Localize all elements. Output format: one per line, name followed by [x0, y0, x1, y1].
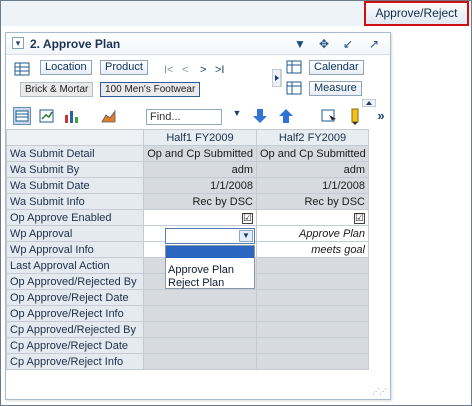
grid-corner: [6, 129, 144, 146]
row-label: Wa Submit Info: [6, 193, 144, 210]
calendar-grid-icon: [285, 59, 303, 77]
row-label: Cp Approve/Reject Info: [6, 353, 144, 370]
find-input[interactable]: Find...: [146, 109, 222, 125]
grid-cell: ☑: [143, 209, 257, 226]
wp-approval-cell-h2[interactable]: Approve Plan: [256, 225, 369, 242]
grid-cell: Op and Cp Submitted: [143, 145, 257, 162]
grid-cell: [143, 321, 257, 338]
pencil-icon[interactable]: [346, 107, 364, 125]
grid-cell[interactable]: meets goal: [256, 241, 369, 258]
arrow-up-icon[interactable]: [277, 107, 295, 125]
context-chip-mens-footwear: 100 Men's Footwear: [100, 82, 201, 97]
minimize-icon[interactable]: ↙: [340, 36, 356, 52]
bar-chart-icon[interactable]: [62, 107, 80, 125]
checkbox-approve-enabled-h2[interactable]: ☑: [354, 212, 365, 224]
grid-cell: [256, 353, 369, 370]
grid-cell: [143, 337, 257, 354]
row-label: Op Approve/Reject Date: [6, 289, 144, 306]
context-chip-brick-mortar: Brick & Mortar: [20, 82, 94, 97]
row-label: Last Approval Action: [6, 257, 144, 274]
grid-cell: [143, 289, 257, 306]
grid-cell: adm: [256, 161, 369, 178]
checkbox-approve-enabled-h1[interactable]: ☑: [242, 212, 253, 224]
option-approve-plan[interactable]: Approve Plan: [166, 264, 254, 277]
wp-approval-select[interactable]: ▼: [165, 228, 255, 244]
grid-cell: [256, 321, 369, 338]
row-label: Cp Approve/Reject Date: [6, 337, 144, 354]
row-label: Cp Approved/Rejected By: [6, 321, 144, 338]
scroll-up-icon[interactable]: [361, 98, 377, 108]
last-page-icon[interactable]: >I: [215, 64, 224, 76]
first-page-icon[interactable]: I<: [164, 64, 173, 76]
row-label: Wp Approval: [6, 225, 144, 242]
location-button[interactable]: Location: [40, 60, 92, 75]
approve-reject-button[interactable]: Approve/Reject: [364, 1, 469, 26]
row-label: Op Approve/Reject Info: [6, 305, 144, 322]
more-options-icon[interactable]: »: [372, 108, 390, 126]
next-page-icon[interactable]: >: [200, 64, 206, 76]
measure-grid-icon: [285, 80, 303, 98]
collapse-icon[interactable]: ▾: [12, 37, 24, 49]
wp-approval-options: Approve Plan Reject Plan: [165, 245, 255, 289]
row-label: Wa Submit Detail: [6, 145, 144, 162]
product-button[interactable]: Product: [100, 60, 148, 75]
grid-cell: [256, 305, 369, 322]
arrow-down-icon[interactable]: [251, 107, 269, 125]
chart-edit-icon[interactable]: [38, 107, 56, 125]
grid-cell: ☑: [256, 209, 369, 226]
panel-header: ▾ 2. Approve Plan ▼ ✥ ↙ ↗: [6, 33, 390, 55]
area-chart-icon[interactable]: [100, 107, 118, 125]
option-empty-highlighted[interactable]: [166, 246, 254, 258]
option-reject-plan[interactable]: Reject Plan: [166, 277, 254, 290]
grid-cell: [143, 353, 257, 370]
column-header-half1[interactable]: Half1 FY2009: [143, 129, 257, 146]
grid-cell: [256, 273, 369, 290]
pivot-arrow-icon[interactable]: [271, 68, 282, 88]
grid-cell: [143, 305, 257, 322]
row-label: Op Approved/Rejected By: [6, 273, 144, 290]
grid-cell: adm: [143, 161, 257, 178]
chevron-down-icon[interactable]: ▼: [239, 230, 253, 242]
select-grid-icon[interactable]: [320, 107, 338, 125]
grid-cell: [256, 337, 369, 354]
grid-cell: Op and Cp Submitted: [256, 145, 369, 162]
resize-grip-icon[interactable]: ⋰⋰: [372, 387, 387, 396]
grid-cell: 1/1/2008: [256, 177, 369, 194]
grid-cell: [256, 289, 369, 306]
panel-title: 2. Approve Plan: [30, 37, 121, 51]
grid-cell: Rec by DSC: [143, 193, 257, 210]
move-icon[interactable]: ✥: [316, 36, 332, 52]
find-dropdown-icon[interactable]: ▼: [228, 108, 246, 126]
row-label: Wp Approval Info: [6, 241, 144, 258]
grid-layout-icon[interactable]: [13, 61, 31, 79]
calendar-button[interactable]: Calendar: [309, 60, 364, 75]
row-label: Wa Submit By: [6, 161, 144, 178]
panel-menu-icon[interactable]: ▼: [292, 36, 308, 52]
grid-cell: Rec by DSC: [256, 193, 369, 210]
measure-button[interactable]: Measure: [309, 81, 362, 96]
approve-plan-panel: ▾ 2. Approve Plan ▼ ✥ ↙ ↗ Location Produ…: [5, 32, 391, 400]
grid-cell: [256, 257, 369, 274]
row-label: Wa Submit Date: [6, 177, 144, 194]
previous-page-icon[interactable]: <: [182, 64, 188, 76]
maximize-icon[interactable]: ↗: [366, 36, 382, 52]
grid-view-icon[interactable]: [13, 107, 31, 125]
grid-cell: 1/1/2008: [143, 177, 257, 194]
row-label: Op Approve Enabled: [6, 209, 144, 226]
column-header-half2[interactable]: Half2 FY2009: [256, 129, 369, 146]
